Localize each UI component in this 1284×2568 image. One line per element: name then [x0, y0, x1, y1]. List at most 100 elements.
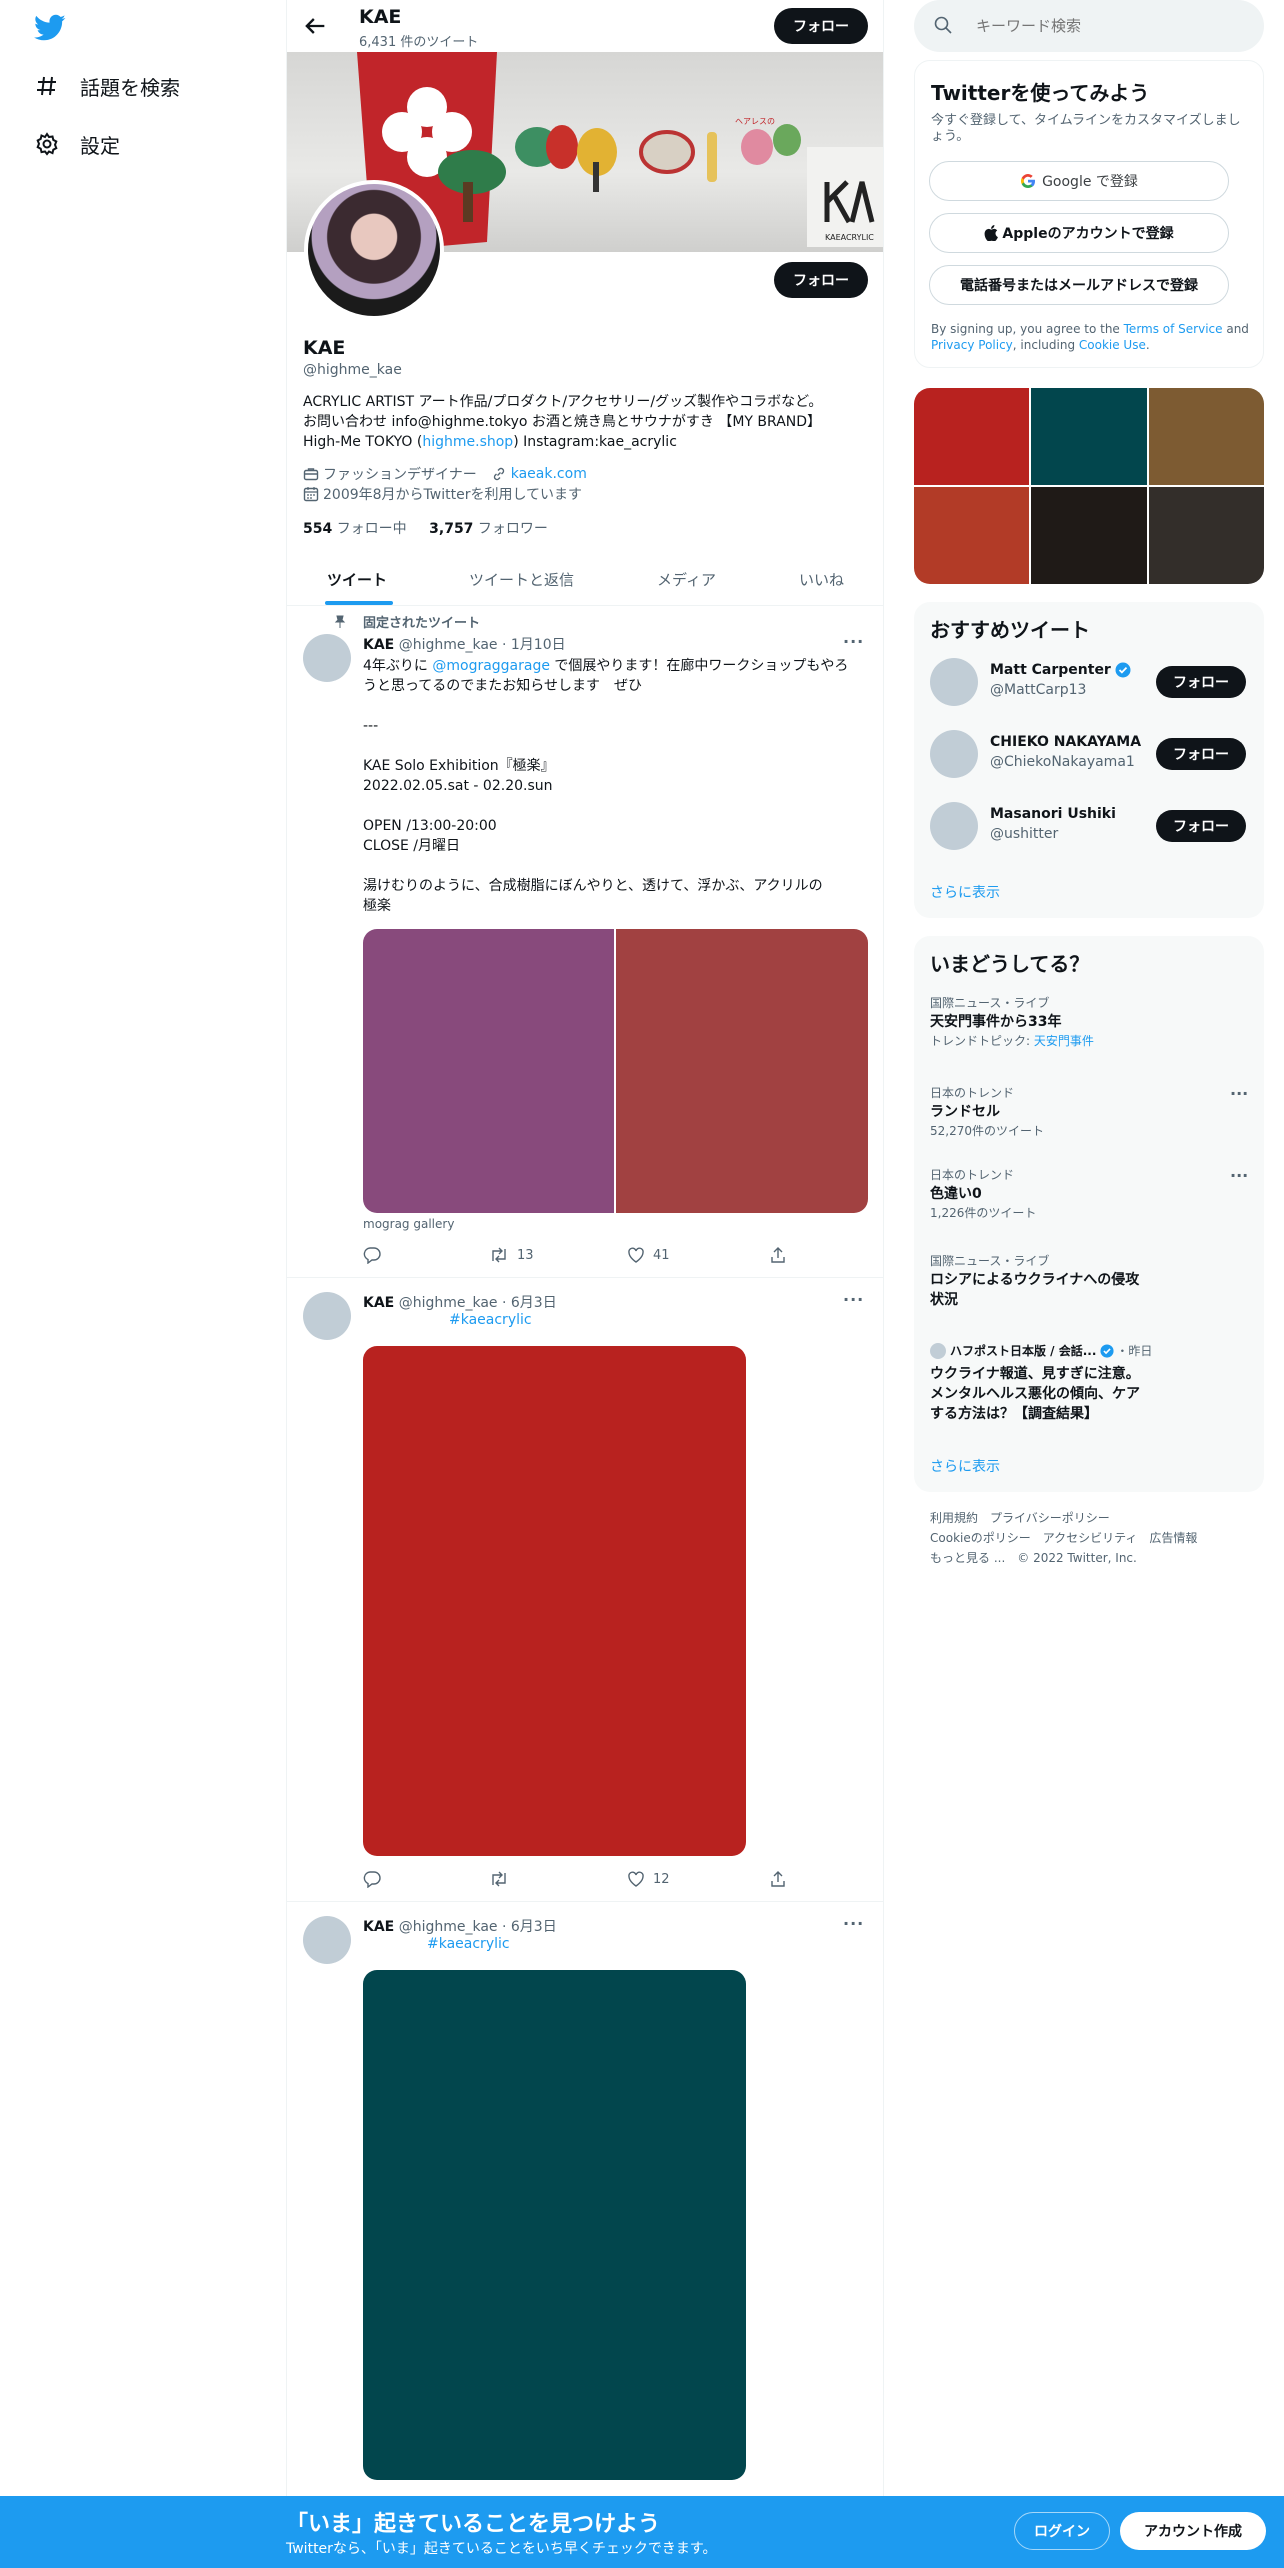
trend-topic-link[interactable]: 天安門事件	[1034, 1034, 1094, 1048]
profile-tabs: ツイート ツイートと返信 メディア いいね	[287, 552, 883, 606]
following-link[interactable]: 554 フォロー中	[303, 521, 407, 537]
like-button[interactable]: 41	[627, 1246, 670, 1264]
tab-tweets[interactable]: ツイート	[327, 552, 387, 606]
media-grid-item[interactable]	[1149, 487, 1264, 584]
user-name: Matt Carpenter	[990, 662, 1111, 678]
tweet-media-image[interactable]	[363, 1346, 746, 1856]
recommended-user[interactable]: CHIEKO NAKAYAMA @ChiekoNakayama1 フォロー	[930, 726, 1250, 782]
trends-show-more-link[interactable]: さらに表示	[930, 1456, 1000, 1476]
footer-line-3[interactable]: もっと見る ... © 2022 Twitter, Inc.	[930, 1548, 1250, 1568]
twitter-logo-icon[interactable]	[34, 14, 66, 44]
privacy-policy-link[interactable]: Privacy Policy	[931, 338, 1013, 352]
media-grid-item[interactable]	[1031, 487, 1147, 584]
create-account-button[interactable]: アカウント作成	[1120, 2512, 1266, 2550]
google-signup-label: Google で登録	[1042, 174, 1138, 190]
header-name: KAE	[359, 6, 402, 28]
profile-follow-button[interactable]: フォロー	[774, 262, 868, 298]
tweet-media-image[interactable]	[363, 1970, 746, 2480]
tweet-2[interactable]: KAE @highme_kae · 6月3日 ··· #kaeacrylic 1…	[287, 1278, 883, 1902]
tweet-avatar[interactable]	[303, 1916, 351, 1964]
svg-text:ヘアレスの: ヘアレスの	[735, 117, 775, 126]
tweet-avatar[interactable]	[303, 634, 351, 682]
trend-title-line-2: 状況	[930, 1292, 958, 1308]
follow-button[interactable]: フォロー	[1156, 666, 1246, 698]
reply-button[interactable]	[363, 1246, 389, 1264]
trend-title: 天安門事件から33年	[930, 1014, 1062, 1030]
tweet-hashtag-link[interactable]: #kaeacrylic	[449, 1312, 532, 1328]
search-input[interactable]	[976, 17, 1226, 35]
recommended-user[interactable]: Masanori Ushiki @ushitter フォロー	[930, 798, 1250, 854]
avatar[interactable]	[930, 802, 978, 850]
pin-icon	[333, 614, 349, 630]
tweet-media-image-1[interactable]	[363, 929, 614, 1213]
terms-of-service-link[interactable]: Terms of Service	[1124, 322, 1223, 336]
tweet-3[interactable]: KAE @highme_kae · 6月3日 ··· #kaeacrylic	[287, 1902, 883, 2496]
trend-item[interactable]: 日本のトレンド 色違い0 1,226件のツイート ···	[930, 1166, 1250, 1222]
footer-line-1[interactable]: 利用規約 プライバシーポリシー	[930, 1508, 1250, 1528]
tweet-media[interactable]	[363, 929, 868, 1213]
recommended-show-more-link[interactable]: さらに表示	[930, 882, 1000, 902]
tweet-media-image-2[interactable]	[616, 929, 868, 1213]
followers-link[interactable]: 3,757 フォロワー	[429, 521, 548, 537]
tweet-mention-link[interactable]: @mograggarage	[432, 658, 550, 674]
tab-media[interactable]: メディア	[657, 552, 716, 606]
tweet-separator: ---	[363, 718, 379, 734]
tweet-hashtag-link[interactable]: #kaeacrylic	[427, 1936, 510, 1952]
tab-tweets-replies[interactable]: ツイートと返信	[469, 552, 574, 606]
nav-settings[interactable]: 設定	[34, 124, 120, 164]
apple-signup-button[interactable]: Appleのアカウントで登録	[929, 213, 1229, 253]
tweet-author-name[interactable]: KAE	[363, 1919, 394, 1935]
cookie-use-link[interactable]: Cookie Use	[1079, 338, 1146, 352]
avatar[interactable]	[930, 658, 978, 706]
profile-website-link[interactable]: kaeak.com	[511, 466, 587, 482]
trend-news-item[interactable]: ハフポスト日本版 / 会話... ・昨日 ウクライナ報道、見すぎに注意。 メンタ…	[930, 1342, 1250, 1424]
trend-more-icon[interactable]: ···	[1230, 1166, 1248, 1185]
trend-item[interactable]: 日本のトレンド ランドセル 52,270件のツイート ···	[930, 1084, 1250, 1140]
avatar[interactable]	[930, 730, 978, 778]
media-grid-item[interactable]	[914, 388, 1029, 485]
profile-profession: ファッションデザイナー	[323, 467, 477, 483]
tweet-avatar[interactable]	[303, 1292, 351, 1340]
share-button[interactable]	[769, 1870, 795, 1888]
share-button[interactable]	[769, 1246, 795, 1264]
follow-button[interactable]: フォロー	[1156, 738, 1246, 770]
follow-button[interactable]: フォロー	[1156, 810, 1246, 842]
media-grid-item[interactable]	[1031, 388, 1147, 485]
phone-email-signup-button[interactable]: 電話番号またはメールアドレスで登録	[929, 265, 1229, 305]
footer-line-2[interactable]: Cookieのポリシー アクセシビリティ 広告情報	[930, 1528, 1250, 1548]
profile-avatar[interactable]	[304, 180, 444, 320]
tweet-author-name[interactable]: KAE	[363, 1295, 394, 1311]
media-grid-item[interactable]	[1149, 388, 1264, 485]
recommended-user-name: Masanori Ushiki	[990, 806, 1116, 822]
bio-shop-link[interactable]: highme.shop	[422, 434, 513, 450]
retweet-button[interactable]: 13	[489, 1246, 534, 1264]
tweet-author-name[interactable]: KAE	[363, 637, 394, 653]
trend-more-icon[interactable]: ···	[1230, 1084, 1248, 1103]
trend-item[interactable]: 国際ニュース・ライブ 天安門事件から33年 トレンドトピック: 天安門事件	[930, 994, 1250, 1050]
profile-name: KAE	[303, 337, 346, 359]
more-options-icon[interactable]: ···	[843, 1290, 864, 1309]
more-options-icon[interactable]: ···	[843, 1914, 864, 1933]
followers-label: フォロワー	[477, 521, 548, 537]
tweet-pinned[interactable]: 固定されたツイート KAE @highme_kae · 1月10日 ··· 4年…	[287, 606, 883, 1278]
tweet-handle-date: @highme_kae · 6月3日	[398, 1295, 557, 1311]
trend-item[interactable]: 国際ニュース・ライブ ロシアによるウクライナへの侵攻 状況	[930, 1252, 1250, 1310]
tab-likes[interactable]: いいね	[799, 552, 844, 606]
tweet-actions: 12	[363, 1870, 873, 1890]
share-icon	[771, 1871, 785, 1887]
login-button[interactable]: ログイン	[1014, 2512, 1110, 2550]
more-options-icon[interactable]: ···	[843, 632, 864, 651]
like-button[interactable]: 12	[627, 1870, 670, 1888]
recommended-user[interactable]: Matt Carpenter @MattCarp13 フォロー	[930, 654, 1250, 710]
media-grid-item[interactable]	[914, 487, 1029, 584]
search-box[interactable]	[914, 0, 1264, 52]
tweet-header: KAE @highme_kae · 6月3日	[363, 1916, 557, 1936]
retweet-button[interactable]	[489, 1870, 517, 1888]
nav-explore[interactable]: 話題を検索	[34, 66, 180, 106]
header-follow-button[interactable]: フォロー	[774, 8, 868, 44]
tweet-line-2: うと思ってるのでまたお知らせします ぜひ	[363, 678, 643, 694]
google-signup-button[interactable]: Google で登録	[929, 161, 1229, 201]
reply-button[interactable]	[363, 1870, 389, 1888]
back-arrow-icon[interactable]	[301, 12, 329, 40]
signup-terms: By signing up, you agree to the Terms of…	[931, 321, 1251, 353]
